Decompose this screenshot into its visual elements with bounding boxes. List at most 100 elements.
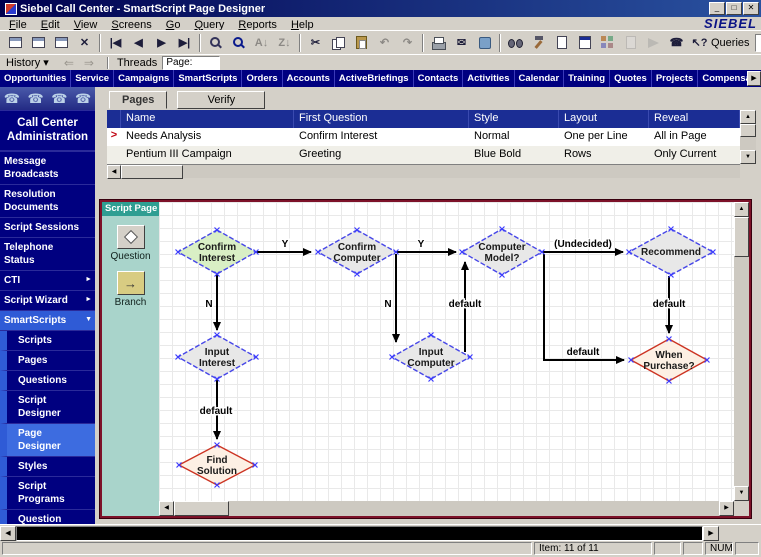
scroll-left-icon[interactable]: ◀ (159, 501, 174, 516)
scroll-left-icon[interactable]: ◀ (0, 526, 16, 541)
first-record-icon[interactable]: |◀ (104, 33, 127, 53)
table-cell[interactable]: Blue Bold (469, 146, 559, 164)
history-back-icon[interactable]: ⇐ (64, 56, 74, 70)
flow-node-confirm-interest[interactable]: ConfirmInterest (176, 228, 259, 277)
sidebar-item-script-sessions[interactable]: Script Sessions (0, 218, 95, 238)
scroll-down-icon[interactable]: ▼ (734, 486, 749, 501)
find-icon[interactable] (504, 33, 527, 53)
reports-icon[interactable] (573, 33, 596, 53)
sidebar-item-message-broadcasts[interactable]: Message Broadcasts (0, 152, 95, 185)
previous-record-icon[interactable]: ◀ (127, 33, 150, 53)
scroll-up-icon[interactable]: ▲ (734, 202, 749, 217)
edit-record-icon[interactable] (50, 33, 73, 53)
branch-tool-button[interactable]: → (117, 271, 145, 295)
table-cell[interactable]: Needs Analysis (121, 128, 294, 146)
sidebar-item-telephone-status[interactable]: Telephone Status (0, 238, 95, 271)
palette-item-branch[interactable]: → Branch (115, 271, 147, 308)
correspondence-icon[interactable]: ✉ (450, 33, 473, 53)
table-horizontal-scrollbar[interactable]: ◀ (107, 164, 740, 178)
table-row[interactable]: Pentium III CampaignGreetingBlue BoldRow… (107, 146, 740, 164)
flow-node-confirm-computer[interactable]: ConfirmComputer (316, 228, 399, 277)
share-icon[interactable] (473, 33, 496, 53)
screen-tab-quotes[interactable]: Quotes (610, 70, 652, 87)
screen-tab-calendar[interactable]: Calendar (515, 70, 565, 87)
add-record-icon[interactable] (4, 33, 27, 53)
maximize-button[interactable]: □ (726, 2, 742, 15)
table-vertical-scrollbar[interactable]: ▲ ▼ (740, 110, 756, 164)
sidebar-item-script-designer[interactable]: Script Designer (0, 391, 95, 424)
column-header-name[interactable]: Name (121, 110, 294, 128)
screen-tab-projects[interactable]: Projects (652, 70, 699, 87)
flowchart-svg[interactable]: YY(Undecided)NNdefaultdefaultdefaultdefa… (159, 202, 739, 501)
screen-tab-opportunities[interactable]: Opportunities (0, 70, 71, 87)
screen-tab-campaigns[interactable]: Campaigns (114, 70, 174, 87)
table-cell[interactable]: Pentium III Campaign (121, 146, 294, 164)
table-cell[interactable]: Greeting (294, 146, 469, 164)
paste-icon[interactable] (350, 33, 373, 53)
flow-node-computer-model[interactable]: ComputerModel? (460, 227, 545, 278)
menu-help[interactable]: Help (284, 19, 321, 31)
sidebar-item-script-wizard[interactable]: Script Wizard► (0, 291, 95, 311)
canvas-horizontal-scrollbar[interactable]: ◀ ▶ (159, 501, 734, 516)
flow-node-recommend[interactable]: Recommend (627, 227, 716, 278)
thread-page-field[interactable]: Page: (162, 56, 220, 70)
screen-tab-service[interactable]: Service (71, 70, 114, 87)
sidebar-item-cti[interactable]: CTI► (0, 271, 95, 291)
scroll-right-icon[interactable]: ▶ (703, 526, 719, 541)
app-horizontal-scrollbar[interactable]: ◀ ▶ (0, 524, 761, 541)
table-cell[interactable]: Normal (469, 128, 559, 146)
new-document-icon[interactable] (550, 33, 573, 53)
call-status-icon[interactable]: ☎ (665, 33, 688, 53)
screen-tab-orders[interactable]: Orders (242, 70, 282, 87)
scrollbar-thumb[interactable] (740, 124, 756, 137)
redo-icon[interactable]: ↷ (396, 33, 419, 53)
screen-tab-training[interactable]: Training (564, 70, 610, 87)
send-icon[interactable] (642, 33, 665, 53)
undo-icon[interactable]: ↶ (373, 33, 396, 53)
designer-canvas[interactable]: YY(Undecided)NNdefaultdefaultdefaultdefa… (159, 202, 749, 516)
flow-edge-6[interactable] (544, 254, 624, 360)
catalog-icon[interactable] (596, 33, 619, 53)
history-forward-icon[interactable]: ⇒ (84, 56, 94, 70)
column-header-layout[interactable]: Layout (559, 110, 649, 128)
table-cell[interactable]: Only Current (649, 146, 740, 164)
context-help-icon[interactable]: ↖? (688, 33, 711, 53)
scroll-right-icon[interactable]: ▶ (719, 501, 734, 516)
table-cell[interactable]: Confirm Interest (294, 128, 469, 146)
menu-file[interactable]: File (2, 19, 34, 31)
minimize-button[interactable]: _ (709, 2, 725, 15)
cut-icon[interactable]: ✂ (304, 33, 327, 53)
execute-query-icon[interactable] (227, 33, 250, 53)
scrollbar-thumb[interactable] (121, 165, 183, 179)
table-cell[interactable]: Rows (559, 146, 649, 164)
flow-node-when-purchase[interactable]: WhenPurchase? (629, 337, 710, 384)
queries-combobox[interactable]: ▼ (755, 34, 761, 52)
flow-node-input-interest[interactable]: InputInterest (176, 333, 259, 382)
close-button[interactable]: ✕ (743, 2, 759, 15)
palette-item-question[interactable]: Question (110, 225, 150, 262)
table-cell[interactable]: All in Page (649, 128, 740, 146)
flow-node-find-solution[interactable]: FindSolution (177, 443, 258, 488)
screen-tab-activities[interactable]: Activities (463, 70, 514, 87)
sidebar-item-styles[interactable]: Styles (0, 457, 95, 477)
sidebar-item-script-programs[interactable]: Script Programs (0, 477, 95, 510)
scrollbar-track[interactable] (16, 526, 703, 541)
sidebar-item-pages[interactable]: Pages (0, 351, 95, 371)
menu-view[interactable]: View (67, 19, 105, 31)
scroll-left-icon[interactable]: ◀ (107, 165, 121, 179)
history-dropdown[interactable]: History ▾ (6, 56, 49, 69)
sidebar-item-page-designer[interactable]: Page Designer (0, 424, 95, 457)
new-record-icon[interactable] (27, 33, 50, 53)
sort-descending-icon[interactable]: Z↓ (273, 33, 296, 53)
table-cell[interactable]: One per Line (559, 128, 649, 146)
menu-go[interactable]: Go (159, 19, 188, 31)
sidebar-item-scripts[interactable]: Scripts (0, 331, 95, 351)
screen-tab-contacts[interactable]: Contacts (414, 70, 464, 87)
delete-record-icon[interactable]: ✕ (73, 33, 96, 53)
tab-pages[interactable]: Pages (109, 91, 167, 109)
column-header-style[interactable]: Style (469, 110, 559, 128)
sidebar-item-question-programs[interactable]: Question Programs (0, 510, 95, 524)
print-icon[interactable] (427, 33, 450, 53)
menu-edit[interactable]: Edit (34, 19, 67, 31)
tab-scroll-right-icon[interactable]: ▶ (747, 71, 761, 86)
